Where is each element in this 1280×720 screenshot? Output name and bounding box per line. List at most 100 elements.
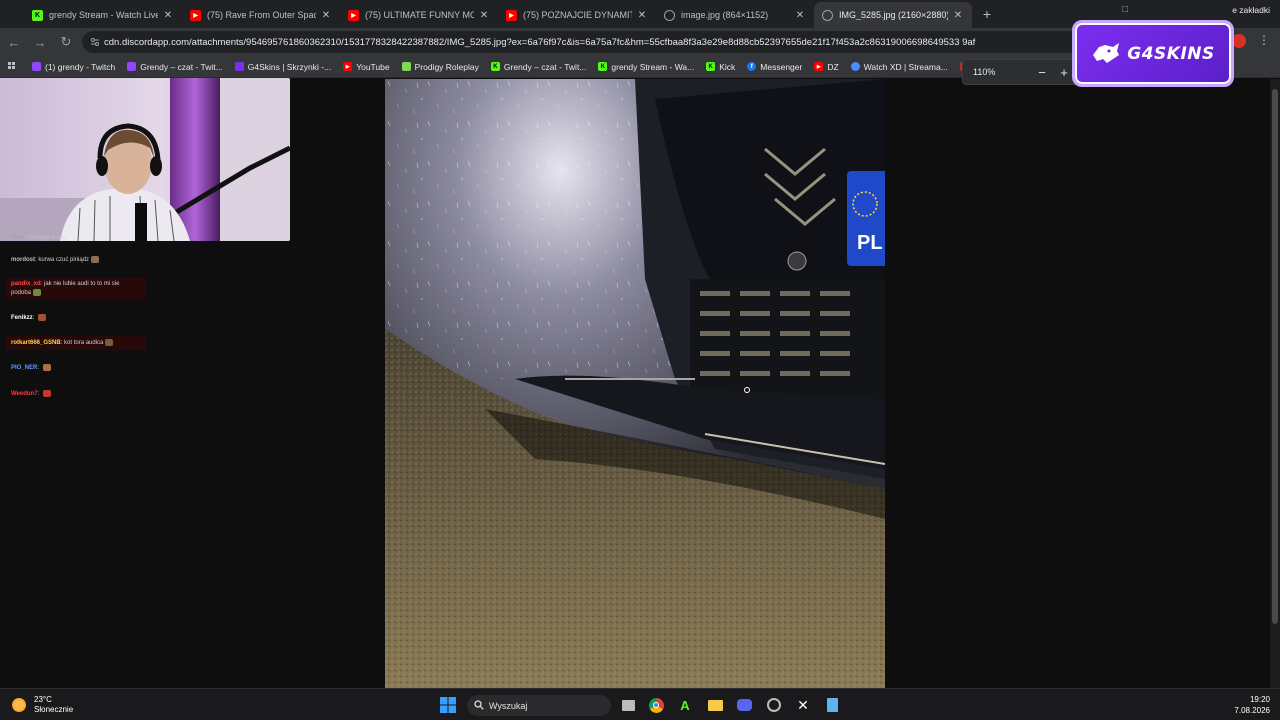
star-icon (401, 62, 411, 71)
profile-avatar[interactable] (1232, 34, 1246, 48)
tab-2[interactable]: ▶ (75) ULTIMATE FUNNY MOMEN ✕ (340, 2, 498, 28)
facebook-icon: f (747, 62, 757, 71)
notepad-icon[interactable] (822, 695, 842, 715)
bookmark-4[interactable]: Prodigy Roleplay (401, 62, 479, 72)
chat-emote-icon (105, 339, 114, 347)
chat-username[interactable]: Melo (11, 235, 25, 241)
chat-separator: : (37, 365, 41, 372)
search-icon (474, 700, 484, 710)
bookmark-label: Messenger (760, 61, 803, 72)
chat-username[interactable]: PIO_NER (11, 366, 37, 372)
chat-message: Melo: Selbgen ili obij (6, 232, 146, 245)
chat-username[interactable]: mordost (11, 257, 35, 263)
bookmark-1[interactable]: Grendy – czat - Twit... (127, 62, 223, 72)
bookmark-label: grendy Stream - Wa... (611, 61, 695, 72)
chat-separator: : (37, 390, 41, 397)
bookmark-9[interactable]: ▶ DZ (814, 62, 839, 72)
close-tab-icon[interactable]: ✕ (162, 10, 174, 21)
bookmark-3[interactable]: ▶ YouTube (343, 61, 390, 72)
kick-icon: K (490, 62, 500, 71)
bookmark-6[interactable]: Kgrendy Stream - Wa... (598, 62, 694, 72)
chat-message: Weedun7: (6, 387, 146, 401)
circle-icon (850, 62, 860, 71)
tab-5[interactable]: IMG_5285.jpg (2160×2880) ✕ (814, 2, 972, 28)
taskbar-search[interactable]: Wyszukaj (467, 695, 611, 716)
close-tab-icon[interactable]: ✕ (636, 10, 648, 21)
chat-message: pandix_xd: jak nie lubie audi to to mi s… (6, 278, 146, 300)
back-icon[interactable]: ← (2, 30, 26, 54)
app-a-icon[interactable]: A (675, 695, 695, 715)
g4skins-banner: G4SKINS (1072, 20, 1234, 87)
bookmark-label: Watch XD | Streama... (863, 61, 948, 72)
bookmark-label: G4Skins | Skrzynki -... (247, 61, 332, 72)
menu-icon[interactable]: ⋮ (1258, 33, 1270, 47)
file-explorer-icon[interactable] (705, 695, 725, 715)
address-bar[interactable]: cdn.discordapp.com/attachments/954695761… (82, 31, 1232, 53)
bookmark-label: Grendy – czat - Twit... (503, 61, 587, 72)
tab-4[interactable]: image.jpg (864×1152) ✕ (656, 2, 814, 28)
zoom-out-button[interactable]: − (1033, 63, 1051, 81)
bookmark-0[interactable]: (1) grendy - Twitch (32, 62, 115, 72)
car-photo[interactable]: PL (385, 79, 885, 688)
close-tab-icon[interactable]: ✕ (794, 10, 806, 21)
sponsor-name: G4SKINS (1127, 43, 1215, 64)
bookmark-label: YouTube (356, 61, 390, 72)
bookmark-7[interactable]: K Kick (706, 62, 735, 72)
clock-time: 19:20 (1249, 695, 1270, 704)
steam-icon[interactable] (764, 695, 784, 715)
bookmark-2[interactable]: G4Skins | Skrzynki -... (234, 61, 332, 72)
youtube-icon: ▶ (814, 62, 824, 71)
panther-logo-icon (1093, 42, 1120, 63)
weather-desc: Słonecznie (34, 705, 74, 715)
twitch-icon (32, 62, 41, 71)
reload-icon[interactable]: ↻ (54, 30, 78, 54)
new-tab-button[interactable]: + (976, 3, 998, 25)
close-tab-icon[interactable]: ✕ (952, 10, 964, 21)
tab-title: image.jpg (864×1152) (681, 10, 769, 20)
chat-username[interactable]: pandix_xd (11, 281, 41, 287)
chat-username[interactable]: Fenikzz (11, 315, 33, 321)
chat-emote-icon (42, 389, 51, 397)
url-text: cdn.discordapp.com/attachments/954695761… (104, 36, 976, 48)
weather-temp: 23°C (34, 695, 52, 704)
tab-title: (75) Rave From Outer Space - Y (207, 10, 316, 20)
close-tab-icon[interactable]: ✕ (320, 10, 332, 21)
chat-username[interactable]: rotkart666_GSNB (11, 340, 61, 346)
chat-message: rotkart666_GSNB: kot tora audica (6, 336, 146, 351)
windows-start-icon[interactable] (438, 695, 458, 715)
bookmark-label: Kick (719, 61, 736, 72)
chat-message: mordost: kurwa czuć piniądz (6, 253, 146, 267)
apps-grid-icon[interactable] (8, 61, 18, 72)
tab-search-icon[interactable]: □ (1122, 4, 1128, 15)
close-tab-icon[interactable]: ✕ (478, 10, 490, 21)
bookmark-10[interactable]: Watch XD | Streama... (850, 61, 948, 72)
webcam-overlay (0, 78, 290, 241)
chrome-icon[interactable] (646, 695, 666, 715)
other-bookmarks[interactable]: e zakładki (1232, 5, 1270, 15)
plate-text: PL (857, 232, 883, 254)
chat-message: Fenikzz: (6, 311, 146, 325)
bookmark-8[interactable]: f Messenger (747, 62, 802, 72)
chat-text: kot tora audica (64, 340, 104, 347)
zoom-in-button[interactable]: + (1055, 63, 1073, 81)
vertical-scrollbar[interactable] (1270, 79, 1280, 688)
chat-emote-icon (91, 256, 100, 264)
globe-icon (664, 9, 675, 21)
discord-icon[interactable] (734, 695, 754, 715)
chat-username[interactable]: Weedun7 (11, 391, 38, 397)
chat-text: Selbgen ili obij (28, 235, 67, 241)
tab-0[interactable]: Kgrendy Stream - Watch Live on ✕ (24, 2, 182, 28)
forward-icon[interactable]: → (28, 30, 52, 54)
site-info-icon[interactable] (90, 37, 100, 47)
task-view-icon[interactable] (618, 695, 638, 715)
globe-icon (822, 9, 833, 21)
tab-1[interactable]: ▶ (75) Rave From Outer Space - Y ✕ (182, 2, 340, 28)
system-clock[interactable]: 19:20 7.08.2026 (1234, 694, 1270, 716)
bookmark-5[interactable]: K Grendy – czat - Twit... (490, 61, 587, 72)
tab-3[interactable]: ▶ (75) POZNAJCIE DYNAMITA - Y ✕ (498, 2, 656, 28)
chat-emote-icon (42, 364, 51, 372)
weather-widget[interactable]: 23°C Słonecznie (12, 695, 73, 716)
scrollbar-thumb[interactable] (1272, 89, 1278, 624)
zoom-popup: 110% − + (962, 59, 1078, 85)
capcut-icon[interactable]: ✕ (793, 695, 813, 715)
